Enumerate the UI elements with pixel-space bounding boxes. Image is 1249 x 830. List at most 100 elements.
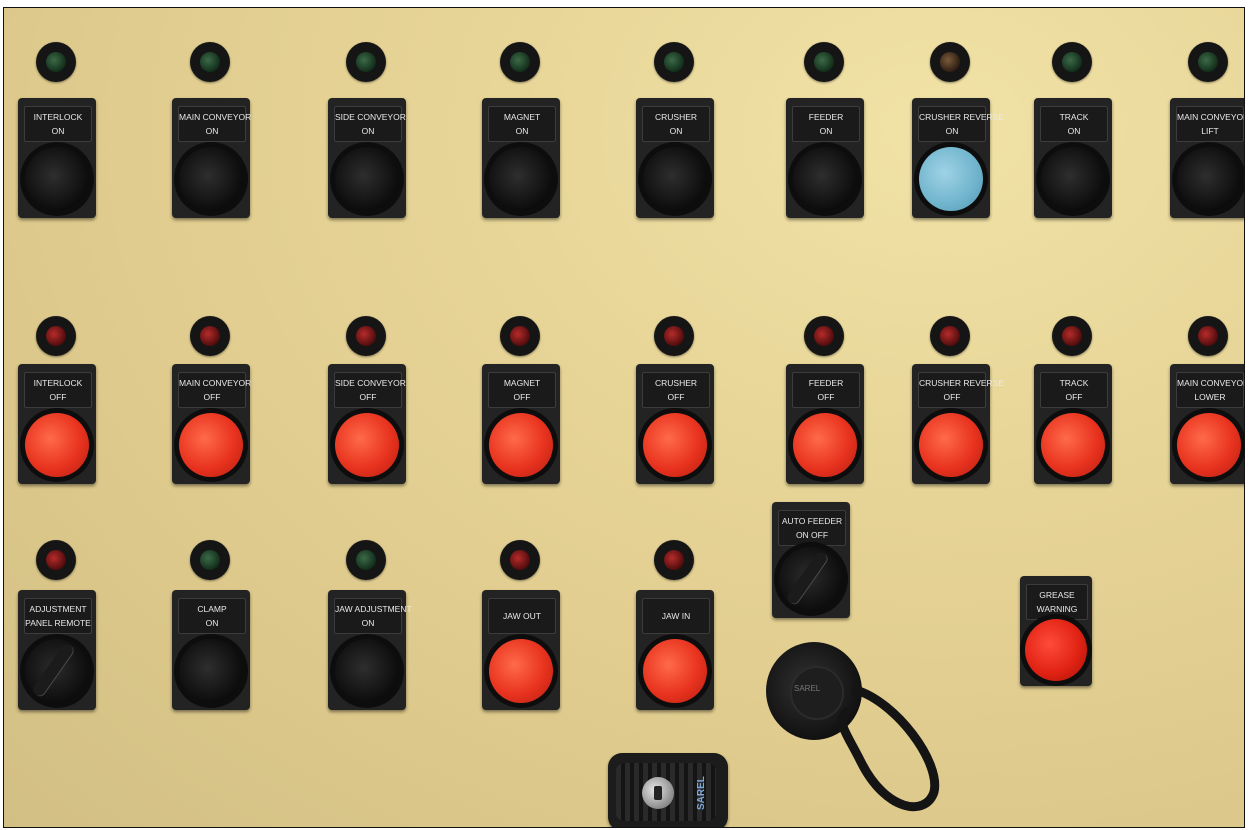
control-panel: INTERLOCK ON MAIN CONVEYOR ON SIDE CONVEYOR O… [3,7,1245,828]
legend-plate: MAGNET OFF [488,372,556,408]
warning-lens [1025,619,1087,681]
red-push-button[interactable] [914,408,988,482]
lamp-lens [1062,52,1082,72]
indicator-lamp-green [500,42,540,82]
control-unit: MAIN CONVEYOR LIFT [1170,98,1244,218]
black-push-button[interactable] [1172,142,1244,216]
button-cap [919,147,983,211]
legend-plate: TRACK OFF [1040,372,1108,408]
indicator-lamp-green [346,42,386,82]
legend-line-2: ON [205,126,219,136]
button-cap [25,147,89,211]
lamp-lens [940,326,960,346]
black-push-button[interactable] [330,634,404,708]
button-cap [25,413,89,477]
legend-line-1: MAIN CONVEYOR [1177,378,1245,388]
indicator-lamp-red [36,540,76,580]
legend-plate: JAW ADJUSTMENT ON [334,598,412,634]
selector-switch[interactable] [20,634,94,708]
legend-plate: CLAMP ON [178,598,246,634]
auto-feeder-selector-switch[interactable] [774,542,848,616]
button-cap [179,639,243,703]
black-push-button[interactable] [20,142,94,216]
button-cap [1041,147,1105,211]
indicator-lamp-green [1188,42,1228,82]
button-cap [1041,413,1105,477]
red-push-button[interactable] [330,408,404,482]
lamp-lens [664,550,684,570]
legend-line-2: LOWER [1194,392,1226,402]
legend-line-2: ON [669,126,683,136]
control-unit: SIDE CONVEYOR OFF [328,364,406,484]
legend-line-2: OFF [203,392,221,402]
control-unit: CLAMP ON [172,590,250,710]
lamp-lens [940,52,960,72]
key-switch[interactable]: SAREL [608,753,728,827]
indicator-lamp-red [930,316,970,356]
button-cap [335,147,399,211]
lamp-lens [46,550,66,570]
black-push-button[interactable] [788,142,862,216]
indicator-lamp-green [190,42,230,82]
legend-line-1: MAGNET [503,112,541,122]
button-cap [919,413,983,477]
legend-line-1: MAIN CONVEYOR [179,378,252,388]
legend-line-1: ADJUSTMENT [29,604,87,614]
control-unit: FEEDER OFF [786,364,864,484]
black-push-button[interactable] [174,142,248,216]
grease-warning-lamp [1020,614,1092,686]
legend-line-1: JAW IN [661,611,691,621]
power-socket[interactable]: SAREL [766,642,946,822]
black-push-button[interactable] [1036,142,1110,216]
socket-cap-strap [837,685,940,812]
lamp-lens [356,326,376,346]
indicator-lamp-red [500,316,540,356]
legend-plate: INTERLOCK OFF [24,372,92,408]
button-cap [1177,147,1241,211]
control-unit: INTERLOCK ON [18,98,96,218]
legend-line-2: ON [515,126,529,136]
button-cap [643,147,707,211]
red-push-button[interactable] [20,408,94,482]
legend-plate: JAW OUT [488,598,556,634]
red-push-button[interactable] [484,408,558,482]
black-push-button[interactable] [484,142,558,216]
legend-line-2: ON [361,126,375,136]
control-unit: TRACK ON [1034,98,1112,218]
red-push-button[interactable] [174,408,248,482]
control-unit: JAW IN [636,590,714,710]
key-cylinder[interactable] [642,777,674,809]
black-push-button[interactable] [638,142,712,216]
control-unit: MAIN CONVEYOR OFF [172,364,252,484]
legend-plate: FEEDER ON [792,106,860,142]
indicator-lamp-green [190,540,230,580]
lamp-lens [200,550,220,570]
legend-line-2: LIFT [1201,126,1219,136]
red-push-button[interactable] [638,634,712,708]
key-slot [654,786,662,800]
black-push-button[interactable] [174,634,248,708]
red-push-button[interactable] [1172,408,1244,482]
legend-plate: INTERLOCK ON [24,106,92,142]
indicator-lamp-red [500,540,540,580]
legend-line-1: CRUSHER REVERSE [919,112,1005,122]
red-push-button[interactable] [484,634,558,708]
indicator-lamp-red [1188,316,1228,356]
legend-line-2: OFF [513,392,531,402]
legend-line-1: CRUSHER [654,378,698,388]
lamp-lens [664,52,684,72]
indicator-lamp-green [346,540,386,580]
black-push-button[interactable] [330,142,404,216]
red-push-button[interactable] [638,408,712,482]
key-switch-brand: SAREL [696,776,707,810]
legend-line-2: ON OFF [795,530,829,540]
indicator-lamp-amber [930,42,970,82]
legend-line-1: FEEDER [808,378,844,388]
blue-push-button[interactable] [914,142,988,216]
legend-plate: CRUSHER REVERSE OFF [918,372,1004,408]
red-push-button[interactable] [788,408,862,482]
red-push-button[interactable] [1036,408,1110,482]
legend-line-2: OFF [817,392,835,402]
indicator-lamp-red [654,540,694,580]
legend-plate: MAIN CONVEYOR LOWER [1176,372,1244,408]
